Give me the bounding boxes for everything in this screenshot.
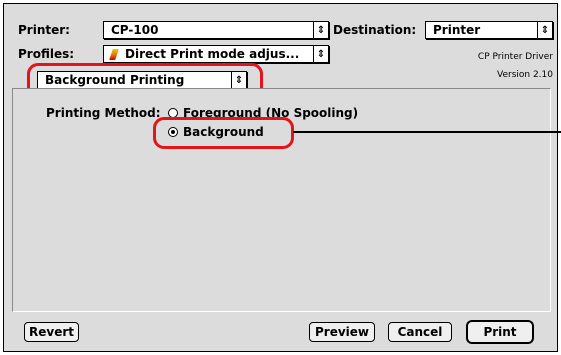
printer-label: Printer: xyxy=(18,23,70,37)
driver-name: CP Printer Driver xyxy=(477,52,553,62)
profiles-label: Profiles: xyxy=(18,47,75,61)
background-highlight-callout xyxy=(153,117,294,149)
profile-color-icon xyxy=(109,48,119,60)
print-button[interactable]: Print xyxy=(466,320,534,344)
popup-arrows-icon: ⇕ xyxy=(313,46,328,62)
preview-button[interactable]: Preview xyxy=(309,322,375,342)
popup-arrows-icon: ⇕ xyxy=(313,22,328,38)
revert-button[interactable]: Revert xyxy=(24,322,79,342)
profiles-popup[interactable]: Direct Print mode adjus... ⇕ xyxy=(103,45,329,63)
popup-arrows-icon: ⇕ xyxy=(537,22,552,38)
printer-value: CP-100 xyxy=(111,23,159,37)
callout-leader-line xyxy=(293,131,561,133)
destination-popup[interactable]: Printer ⇕ xyxy=(425,21,553,39)
destination-label: Destination: xyxy=(333,23,417,37)
cancel-button[interactable]: Cancel xyxy=(388,322,452,342)
destination-value: Printer xyxy=(433,23,481,37)
profiles-value: Direct Print mode adjus... xyxy=(125,47,300,61)
printing-method-label: Printing Method: xyxy=(46,106,161,120)
driver-version: Version 2.10 xyxy=(497,70,553,80)
printer-popup[interactable]: CP-100 ⇕ xyxy=(103,21,329,39)
